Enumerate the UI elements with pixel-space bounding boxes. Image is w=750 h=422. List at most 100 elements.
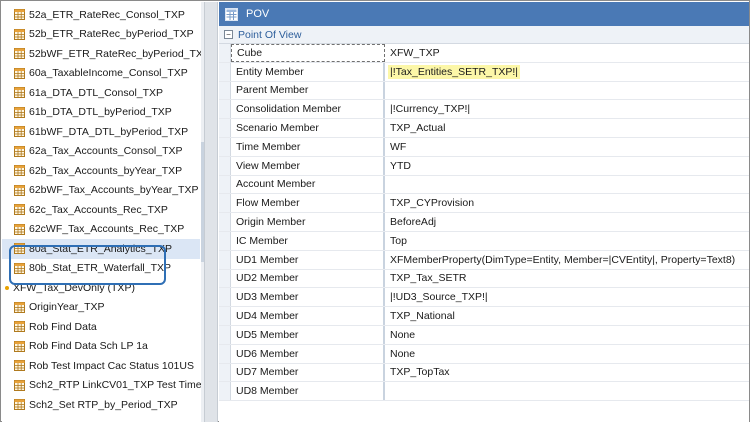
- tree-group-item[interactable]: XFW_Tax_DevOnly (TXP): [2, 278, 200, 298]
- pov-property-value[interactable]: Top: [385, 232, 749, 250]
- tree-item[interactable]: 52b_ETR_RateRec_byPeriod_TXP: [2, 25, 200, 45]
- pov-panel-title: POV: [246, 8, 270, 20]
- pov-row[interactable]: UD1 Member XFMemberProperty(DimType=Entit…: [219, 250, 749, 270]
- table-grid-icon: [14, 48, 25, 60]
- pov-row[interactable]: UD2 Member TXP_Tax_SETR: [219, 269, 749, 289]
- pov-property-value[interactable]: XFMemberProperty(DimType=Entity, Member=…: [385, 251, 749, 269]
- pov-property-value[interactable]: [385, 382, 749, 400]
- tree-item[interactable]: 80a_Stat_ETR_Analytics_TXP: [2, 239, 200, 259]
- table-grid-icon: [14, 204, 25, 216]
- tree-item-label: Rob Find Data Sch LP 1a: [29, 340, 148, 353]
- pane-splitter[interactable]: [204, 2, 218, 422]
- tree-item-label: XFW_Tax_DevOnly (TXP): [13, 281, 135, 294]
- tree-item[interactable]: Rob Find Data Sch LP 1a: [2, 337, 200, 357]
- table-grid-icon: [14, 184, 25, 196]
- collapse-toggle[interactable]: −: [224, 30, 233, 39]
- pov-row[interactable]: Time Member WF: [219, 137, 749, 157]
- pov-property-name: Consolidation Member: [231, 100, 385, 119]
- pov-property-name: IC Member: [231, 231, 385, 250]
- pov-row[interactable]: Scenario Member TXP_Actual: [219, 119, 749, 138]
- group-dot-icon: [5, 285, 9, 290]
- pov-row[interactable]: Origin Member BeforeAdj: [219, 213, 749, 232]
- pov-property-value[interactable]: None: [385, 345, 749, 363]
- row-gutter: [219, 307, 231, 325]
- pov-property-name: Account Member: [231, 175, 385, 194]
- pov-property-value-text: None: [390, 347, 416, 360]
- tree-item[interactable]: 80b_Stat_ETR_Waterfall_TXP: [2, 259, 200, 279]
- pov-property-value[interactable]: YTD: [385, 157, 749, 175]
- pov-property-value[interactable]: None: [385, 326, 749, 344]
- tree-item[interactable]: 61bWF_DTA_DTL_byPeriod_TXP: [2, 122, 200, 142]
- pov-property-value-text: WF: [390, 140, 407, 153]
- pov-panel: POV − Point Of View Cube XFW_TXP Entity Me…: [219, 2, 749, 422]
- row-gutter: [219, 137, 231, 156]
- pov-row[interactable]: Flow Member TXP_CYProvision: [219, 194, 749, 214]
- tree-item[interactable]: 62a_Tax_Accounts_Consol_TXP: [2, 142, 200, 162]
- tree-item[interactable]: Sch2_RTP LinkCV01_TXP Test Time Peri: [2, 376, 202, 396]
- tree-item[interactable]: Rob Find Data: [2, 317, 200, 337]
- pov-row[interactable]: UD6 Member None: [219, 344, 749, 364]
- pov-row[interactable]: UD7 Member TXP_TopTax: [219, 363, 749, 383]
- pov-row[interactable]: Consolidation Member |!Currency_TXP!|: [219, 100, 749, 120]
- row-gutter: [219, 213, 231, 231]
- point-of-view-group[interactable]: − Point Of View: [219, 26, 749, 44]
- pov-row[interactable]: UD4 Member TXP_National: [219, 307, 749, 326]
- pov-row[interactable]: View Member YTD: [219, 156, 749, 176]
- tree-item-label: Sch2_Set RTP_by_Period_TXP: [29, 398, 178, 411]
- tree-item[interactable]: 60a_TaxableIncome_Consol_TXP: [2, 64, 200, 84]
- row-gutter: [219, 175, 231, 194]
- table-grid-icon: [14, 165, 25, 177]
- pov-property-value[interactable]: BeforeAdj: [385, 213, 749, 231]
- row-gutter: [219, 44, 231, 62]
- pov-property-value[interactable]: [385, 82, 749, 100]
- table-grid-icon: [14, 67, 25, 79]
- pov-row[interactable]: Entity Member |!Tax_Entities_SETR_TXP!|: [219, 62, 749, 82]
- pov-property-value[interactable]: XFW_TXP: [385, 44, 749, 62]
- tree-item[interactable]: 61a_DTA_DTL_Consol_TXP: [2, 83, 200, 103]
- row-gutter: [219, 344, 231, 363]
- pov-property-name: UD2 Member: [231, 269, 385, 288]
- pov-property-value[interactable]: [385, 176, 749, 194]
- pov-property-value[interactable]: WF: [385, 138, 749, 156]
- pov-property-value[interactable]: TXP_TopTax: [385, 364, 749, 382]
- point-of-view-group-title: Point Of View: [238, 28, 302, 41]
- pov-row[interactable]: Account Member: [219, 175, 749, 195]
- pov-row[interactable]: UD5 Member None: [219, 325, 749, 345]
- tree-item-label: 62bWF_Tax_Accounts_byYear_TXP: [29, 184, 199, 197]
- tree-item-label: 52bWF_ETR_RateRec_byPeriod_TXP: [29, 47, 202, 60]
- tree-item[interactable]: Sch2_Set RTP_by_Period_TXP: [2, 395, 200, 415]
- pov-row[interactable]: IC Member Top: [219, 231, 749, 251]
- pov-row[interactable]: Cube XFW_TXP: [219, 44, 749, 63]
- pov-property-value[interactable]: |!Tax_Entities_SETR_TXP!|: [385, 63, 749, 81]
- pov-row[interactable]: Parent Member: [219, 81, 749, 101]
- tree-item-label: 52b_ETR_RateRec_byPeriod_TXP: [29, 28, 194, 41]
- pov-property-value[interactable]: |!Currency_TXP!|: [385, 100, 749, 118]
- table-grid-icon: [14, 399, 25, 411]
- tree-item[interactable]: Rob Test Impact Cac Status 101US: [2, 356, 200, 376]
- pov-property-value-text: XFW_TXP: [390, 46, 440, 59]
- table-grid-icon: [14, 360, 25, 372]
- pov-property-value[interactable]: TXP_National: [385, 307, 749, 325]
- tree-item[interactable]: 52a_ETR_RateRec_Consol_TXP: [2, 5, 200, 25]
- tree-item[interactable]: 62bWF_Tax_Accounts_byYear_TXP: [2, 181, 200, 201]
- tree-item-label: 62c_Tax_Accounts_Rec_TXP: [29, 203, 168, 216]
- tree-item[interactable]: 52bWF_ETR_RateRec_byPeriod_TXP: [2, 44, 202, 64]
- tree-item-label: 61b_DTA_DTL_byPeriod_TXP: [29, 106, 172, 119]
- pov-property-value[interactable]: TXP_Actual: [385, 119, 749, 137]
- tree-item[interactable]: OriginYear_TXP: [2, 298, 200, 318]
- dashboard-tree[interactable]: 52a_ETR_RateRec_Consol_TXP 52b_ETR_RateRe…: [2, 2, 202, 422]
- pov-row[interactable]: UD3 Member |!UD3_Source_TXP!|: [219, 288, 749, 308]
- row-gutter: [219, 382, 231, 401]
- table-grid-icon: [14, 340, 25, 352]
- tree-item[interactable]: 62b_Tax_Accounts_byYear_TXP: [2, 161, 200, 181]
- tree-item[interactable]: 61b_DTA_DTL_byPeriod_TXP: [2, 103, 200, 123]
- tree-item-label: 52a_ETR_RateRec_Consol_TXP: [29, 8, 185, 21]
- pov-property-name: UD3 Member: [231, 288, 385, 307]
- pov-property-value[interactable]: |!UD3_Source_TXP!|: [385, 288, 749, 306]
- tree-item[interactable]: 62c_Tax_Accounts_Rec_TXP: [2, 200, 200, 220]
- pov-row[interactable]: UD8 Member: [219, 382, 749, 402]
- tree-item[interactable]: 62cWF_Tax_Accounts_Rec_TXP: [2, 220, 200, 240]
- pov-property-value[interactable]: TXP_Tax_SETR: [385, 270, 749, 288]
- pov-property-value-text: |!Currency_TXP!|: [390, 103, 471, 116]
- pov-property-value[interactable]: TXP_CYProvision: [385, 194, 749, 212]
